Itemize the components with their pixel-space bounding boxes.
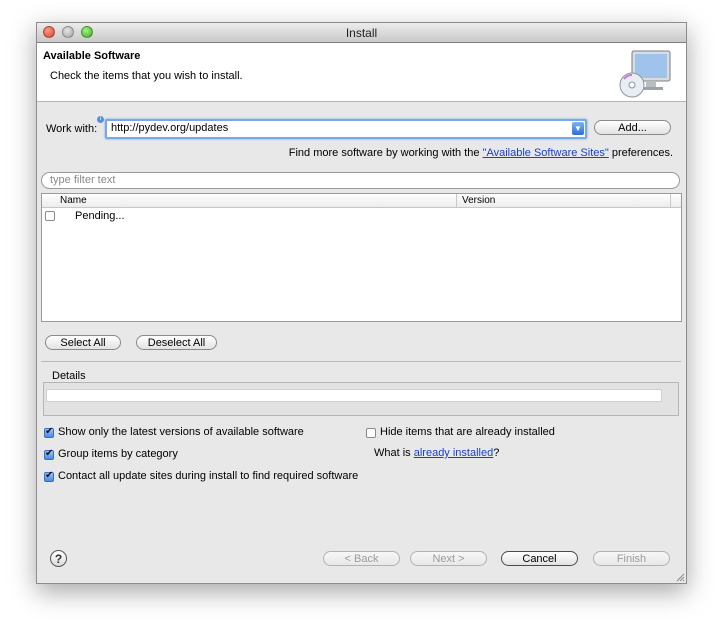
group-by-category-label: Group items by category	[58, 448, 178, 460]
next-button[interactable]: Next >	[410, 551, 487, 566]
wizard-header: Available Software Check the items that …	[37, 43, 686, 102]
hide-installed-checkbox[interactable]	[366, 428, 376, 438]
details-text-area[interactable]	[46, 389, 662, 402]
divider	[41, 361, 681, 362]
column-header-version[interactable]: Version	[462, 195, 495, 206]
cancel-button[interactable]: Cancel	[501, 551, 578, 566]
what-is-prefix: What is	[374, 447, 414, 459]
details-panel	[43, 382, 679, 416]
title-bar[interactable]: Install	[37, 23, 686, 43]
column-header-name[interactable]: Name	[60, 195, 87, 206]
deselect-all-button[interactable]: Deselect All	[136, 335, 217, 350]
contact-update-sites-checkbox[interactable]	[44, 470, 54, 482]
column-separator	[456, 194, 457, 207]
table-header: Name Version	[42, 194, 681, 208]
install-dialog: Install Available Software Check the ite…	[36, 22, 687, 584]
show-latest-checkbox[interactable]	[44, 426, 54, 438]
available-software-sites-link[interactable]: "Available Software Sites"	[483, 147, 609, 159]
install-monitor-icon	[619, 50, 671, 98]
find-more-text: Find more software by working with the "…	[289, 147, 673, 159]
show-latest-label: Show only the latest versions of availab…	[58, 426, 304, 438]
add-site-button[interactable]: Add...	[594, 120, 671, 135]
page-title: Available Software	[43, 50, 141, 62]
column-separator	[670, 194, 671, 207]
what-is-installed-text: What is already installed?	[374, 447, 499, 459]
work-with-value: http://pydev.org/updates	[111, 122, 229, 134]
info-icon: i	[97, 116, 104, 123]
window-title: Install	[345, 26, 378, 40]
group-by-category-checkbox[interactable]	[44, 448, 54, 460]
back-button[interactable]: < Back	[323, 551, 400, 566]
help-icon[interactable]: ?	[50, 550, 67, 567]
what-is-suffix: ?	[493, 447, 500, 459]
resize-grip-icon[interactable]	[675, 572, 685, 582]
filter-placeholder: type filter text	[50, 174, 116, 186]
already-installed-link[interactable]: already installed	[414, 447, 494, 459]
find-more-prefix: Find more software by working with the	[288, 147, 483, 159]
contact-update-sites-label: Contact all update sites during install …	[58, 470, 359, 482]
page-subtitle: Check the items that you wish to install…	[50, 70, 243, 82]
hide-installed-label: Hide items that are already installed	[380, 426, 555, 438]
dropdown-arrow-icon[interactable]: ▼	[572, 122, 584, 135]
select-all-button[interactable]: Select All	[45, 335, 121, 350]
row-name: Pending...	[75, 210, 125, 222]
filter-input[interactable]: type filter text	[41, 172, 680, 189]
work-with-combo[interactable]: http://pydev.org/updates ▼	[105, 119, 587, 139]
software-table[interactable]: Name Version Pending...	[41, 193, 682, 322]
table-row[interactable]: Pending...	[42, 209, 681, 223]
row-checkbox[interactable]	[45, 211, 55, 221]
work-with-label: Work with:	[46, 123, 98, 135]
finish-button[interactable]: Finish	[593, 551, 670, 566]
find-more-suffix: preferences.	[608, 147, 673, 159]
details-label: Details	[52, 370, 86, 382]
